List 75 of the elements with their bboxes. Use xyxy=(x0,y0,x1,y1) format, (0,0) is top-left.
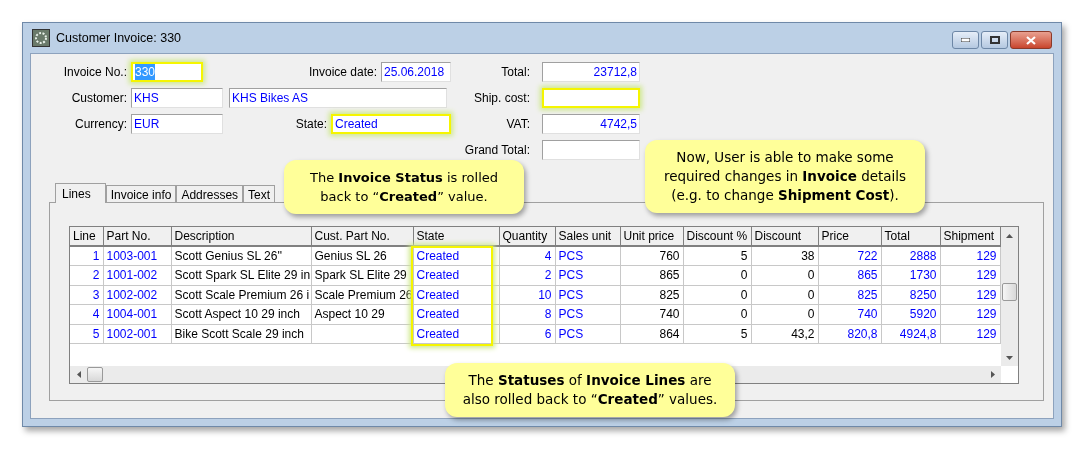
table-cell: Created xyxy=(413,324,499,344)
table-cell: 0 xyxy=(751,265,818,285)
table-cell: 825 xyxy=(620,285,683,305)
table-cell: 129 xyxy=(940,304,1000,324)
table-cell: 1003-001 xyxy=(103,246,171,266)
table-cell: 1730 xyxy=(881,265,940,285)
table-cell: Bike Scott Scale 29 inch xyxy=(171,324,311,344)
table-cell: PCS xyxy=(555,285,620,305)
field-label: Total: xyxy=(500,64,531,81)
table-cell: 129 xyxy=(940,265,1000,285)
table-cell: 4924,8 xyxy=(881,324,940,344)
table-cell: 0 xyxy=(683,304,751,324)
table-cell: PCS xyxy=(555,324,620,344)
table-cell: 865 xyxy=(818,265,881,285)
table-cell: Genius SL 26 xyxy=(311,246,413,266)
table-cell: PCS xyxy=(555,304,620,324)
table-cell: 129 xyxy=(940,324,1000,344)
table-cell: 760 xyxy=(620,246,683,266)
field-label: Grand Total: xyxy=(463,142,531,159)
table-cell: Created xyxy=(413,304,499,324)
table-cell: 2 xyxy=(70,265,103,285)
table-cell: Spark SL Elite 29 xyxy=(311,265,413,285)
table-cell: 43,2 xyxy=(751,324,818,344)
table-cell: Created xyxy=(413,265,499,285)
table-cell: 1002-001 xyxy=(103,324,171,344)
table-cell: 129 xyxy=(940,246,1000,266)
table-cell: 5 xyxy=(683,246,751,266)
table-cell: 0 xyxy=(683,265,751,285)
table-cell: 722 xyxy=(818,246,881,266)
table-cell: 8 xyxy=(499,304,555,324)
table-cell: 1002-002 xyxy=(103,285,171,305)
table-cell: 825 xyxy=(818,285,881,305)
callout-tooltip: The Statuses of Invoice Lines are also rolled back to “Created” values. xyxy=(445,363,735,417)
field-label: Ship. cost: xyxy=(472,90,531,107)
table-cell: 0 xyxy=(683,285,751,305)
table-cell: 1001-002 xyxy=(103,265,171,285)
table-cell: 129 xyxy=(940,285,1000,305)
table-cell: 1 xyxy=(70,246,103,266)
table-cell: 5 xyxy=(70,324,103,344)
window-title: Customer Invoice: 330 xyxy=(56,29,182,47)
table-cell: PCS xyxy=(555,246,620,266)
field-label: State: xyxy=(295,116,328,133)
table-cell: 820,8 xyxy=(818,324,881,344)
table-cell: 865 xyxy=(620,265,683,285)
table-cell: Scott Scale Premium 26 i xyxy=(171,285,311,305)
field-label: Invoice date: xyxy=(308,64,378,81)
field-label: VAT: xyxy=(505,116,531,133)
table-cell: 10 xyxy=(499,285,555,305)
table-cell: 4 xyxy=(70,304,103,324)
table-cell: 864 xyxy=(620,324,683,344)
table-cell: 740 xyxy=(620,304,683,324)
table-cell: 3 xyxy=(70,285,103,305)
table-cell: 0 xyxy=(751,304,818,324)
table-cell: 6 xyxy=(499,324,555,344)
table-cell: 38 xyxy=(751,246,818,266)
table-cell: 5920 xyxy=(881,304,940,324)
table-cell: 1004-001 xyxy=(103,304,171,324)
table-cell: Scott Genius SL 26'' xyxy=(171,246,311,266)
table-cell: Created xyxy=(413,285,499,305)
table-cell: 2888 xyxy=(881,246,940,266)
table-cell: 4 xyxy=(499,246,555,266)
table-cell: Scott Spark SL Elite 29 in xyxy=(171,265,311,285)
table-cell: 8250 xyxy=(881,285,940,305)
callout-tooltip: Now, User is able to make some required changes in Invoice details (e.g. to change Shipment Cost). xyxy=(645,140,925,213)
table-cell: PCS xyxy=(555,265,620,285)
table-cell: 0 xyxy=(751,285,818,305)
field-label: Invoice No.: xyxy=(62,64,128,81)
field-label: Customer: xyxy=(70,90,128,107)
table-cell: Aspect 10 29 xyxy=(311,304,413,324)
table-cell: 2 xyxy=(499,265,555,285)
field-label: Currency: xyxy=(74,116,128,133)
table-cell: Scott Aspect 10 29 inch xyxy=(171,304,311,324)
table-cell: 740 xyxy=(818,304,881,324)
callout-tooltip: The Invoice Status is rolled back to “Created” value. xyxy=(284,160,524,214)
table-cell: 5 xyxy=(683,324,751,344)
